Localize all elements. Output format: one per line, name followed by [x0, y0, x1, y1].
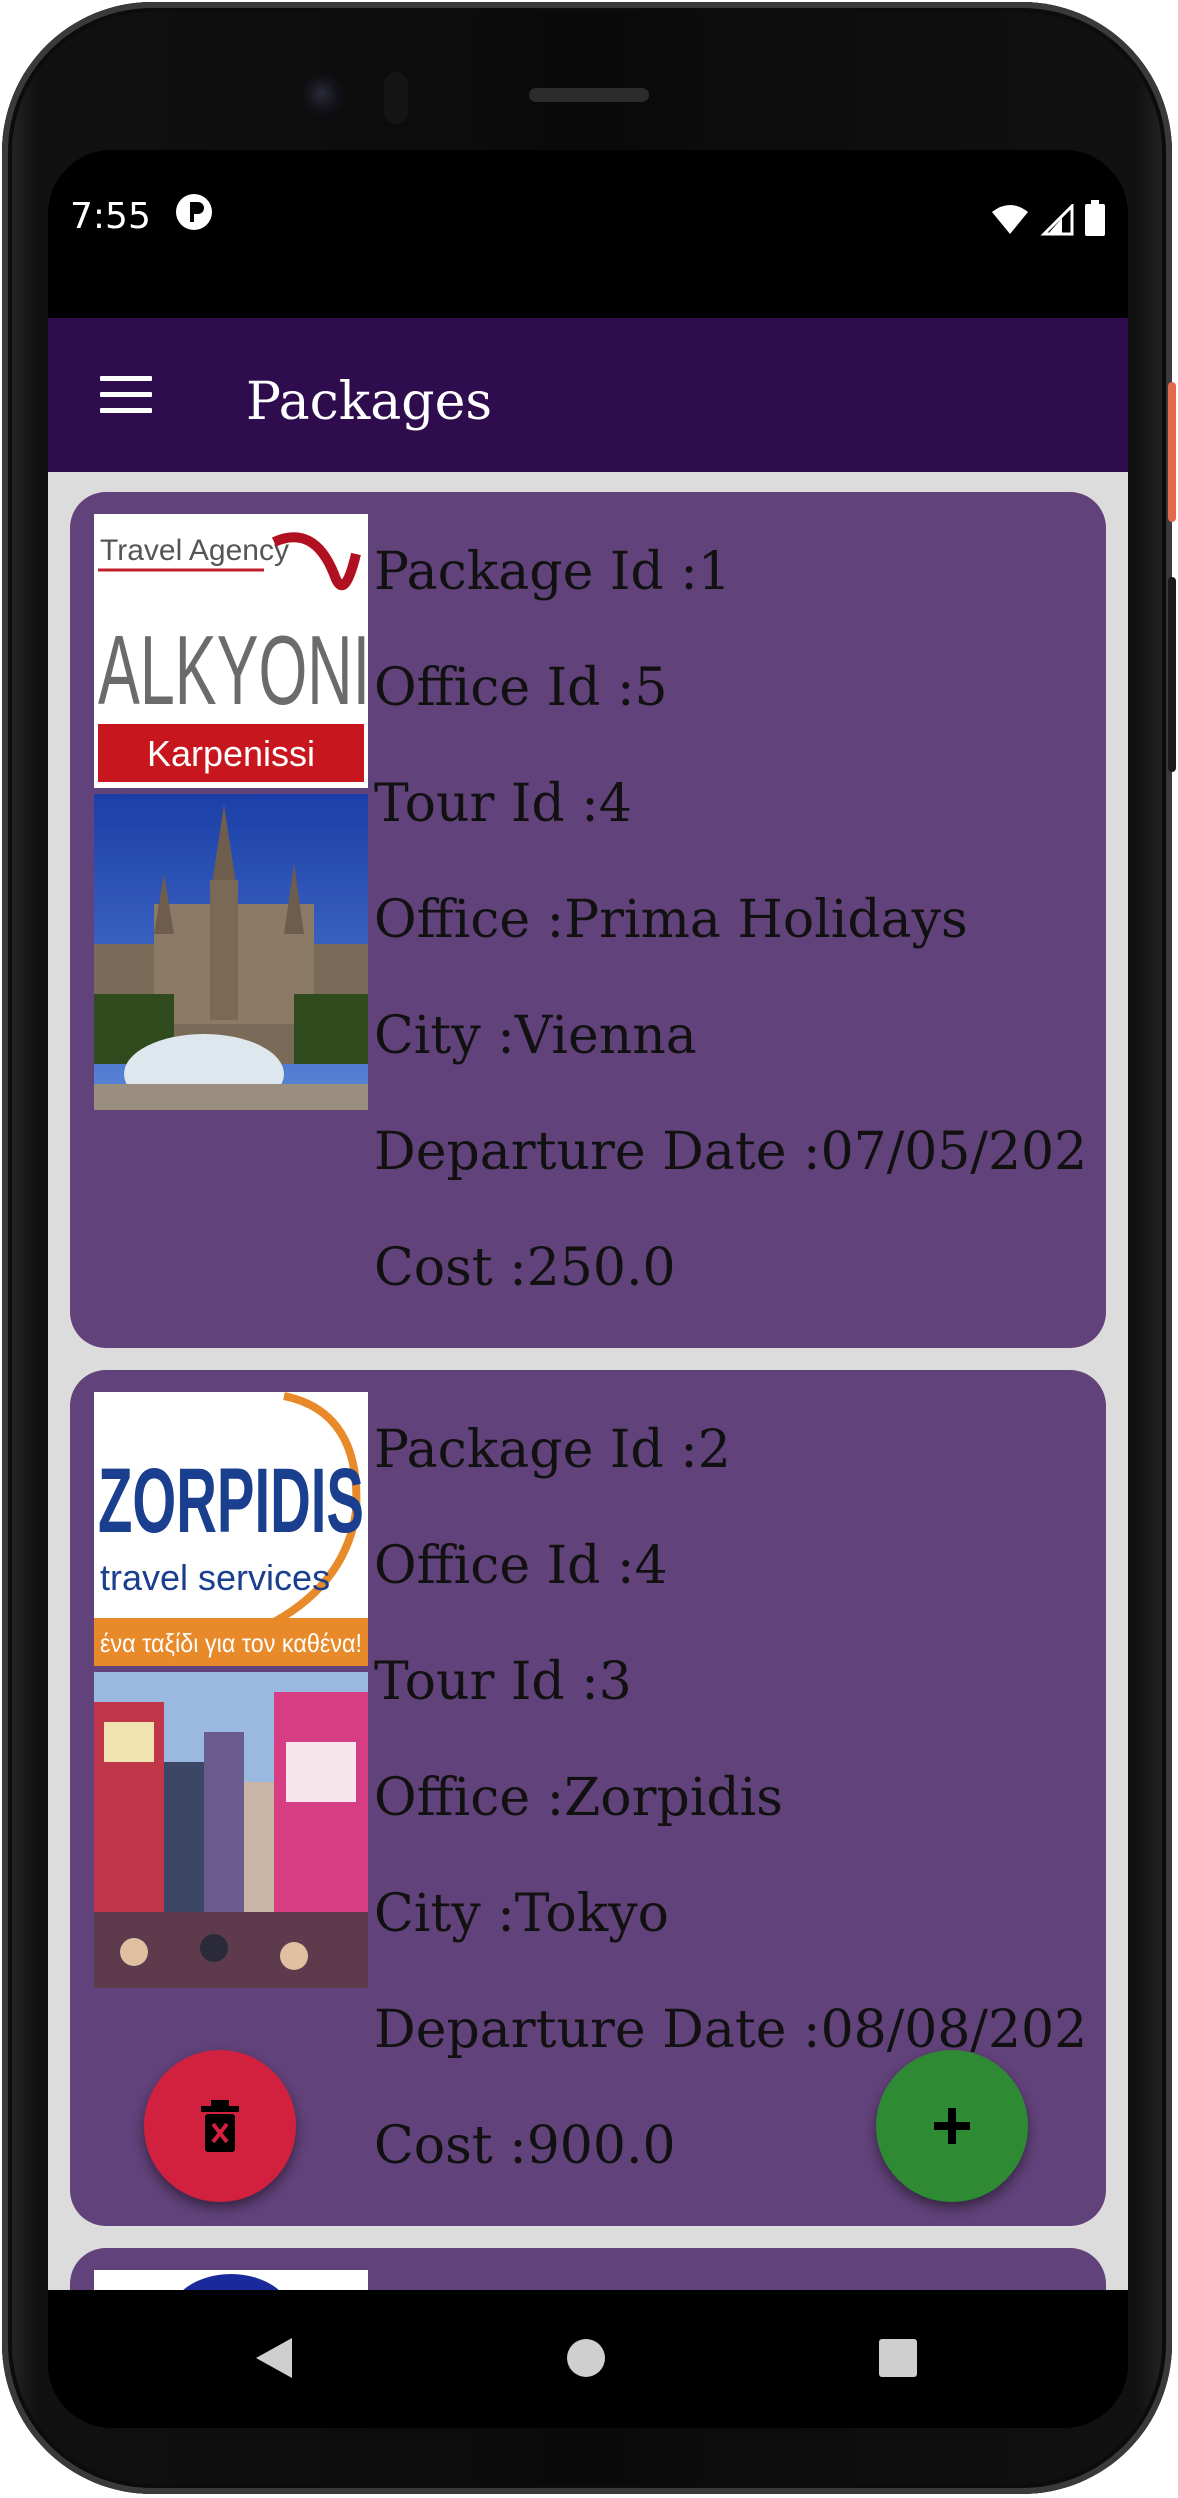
signal-icon [1040, 204, 1074, 236]
notification-p-icon [176, 194, 212, 230]
office-logo-zorpidis: ZORPIDIS travel services ένα ταξίδι για … [94, 1392, 368, 1666]
office-logo-partial [94, 2270, 368, 2290]
phone-frame: 7:55 Packages Travel Agency ALKYONI Karp… [2, 2, 1176, 2494]
tour-id-text: Tour Id :3 [374, 1652, 632, 1712]
battery-icon [1085, 200, 1105, 236]
delete-button[interactable] [144, 2050, 296, 2202]
package-id-text: Package Id :1 [374, 542, 731, 602]
package-id-text: Package Id :2 [374, 1420, 731, 1480]
logo-sub-karpenissi: Karpenissi [147, 733, 315, 774]
logo-text-travel-agency: Travel Agency [100, 534, 289, 567]
office-name-text: Office :Zorpidis [374, 1768, 783, 1828]
system-nav-bar [48, 2290, 1128, 2428]
city-image-tokyo [94, 1672, 368, 1988]
status-time: 7:55 [70, 196, 151, 237]
page-title: Packages [246, 372, 493, 432]
logo-sub-travel-services: travel services [100, 1557, 330, 1598]
tour-id-text: Tour Id :4 [374, 774, 632, 834]
office-name-text: Office :Prima Holidays [374, 890, 968, 950]
package-list[interactable]: Travel Agency ALKYONI Karpenissi Package… [48, 472, 1128, 2290]
office-id-text: Office Id :4 [374, 1536, 668, 1596]
back-triangle-icon[interactable] [254, 2336, 294, 2380]
screen: 7:55 Packages Travel Agency ALKYONI Karp… [48, 150, 1128, 2428]
departure-date-text: Departure Date :07/05/202 [374, 1122, 1088, 1182]
logo-tagline: ένα ταξίδι για τον καθένα! [100, 1628, 362, 1658]
status-icons [990, 196, 1106, 236]
office-id-text: Office Id :5 [374, 658, 668, 718]
office-logo-alkyoni: Travel Agency ALKYONI Karpenissi [94, 514, 370, 788]
recents-square-icon[interactable] [878, 2338, 918, 2378]
package-card[interactable] [70, 2248, 1106, 2290]
home-circle-icon[interactable] [566, 2338, 606, 2378]
app-bar: Packages [48, 318, 1128, 472]
logo-brand-alkyoni: ALKYONI [98, 615, 368, 725]
add-button[interactable] [876, 2050, 1028, 2202]
logo-brand-zorpidis: ZORPIDIS [98, 1450, 364, 1552]
status-bar: 7:55 [48, 150, 1128, 318]
package-details: Package Id :1 Office Id :5 Tour Id :4 Of… [374, 514, 1096, 1326]
trash-icon [201, 2100, 239, 2152]
city-image-vienna [94, 794, 368, 1110]
front-camera [302, 74, 346, 118]
plus-icon [934, 2108, 970, 2144]
city-text: City :Tokyo [374, 1884, 669, 1944]
wifi-icon [992, 205, 1028, 234]
cost-text: Cost :250.0 [374, 1238, 676, 1298]
phone-power-button [1168, 382, 1176, 522]
package-card[interactable]: Travel Agency ALKYONI Karpenissi Package… [70, 492, 1106, 1348]
city-text: City :Vienna [374, 1006, 697, 1066]
earpiece-speaker [529, 88, 649, 102]
proximity-sensor [384, 72, 408, 124]
hamburger-menu-icon[interactable] [100, 376, 152, 413]
phone-volume-button [1168, 577, 1176, 772]
